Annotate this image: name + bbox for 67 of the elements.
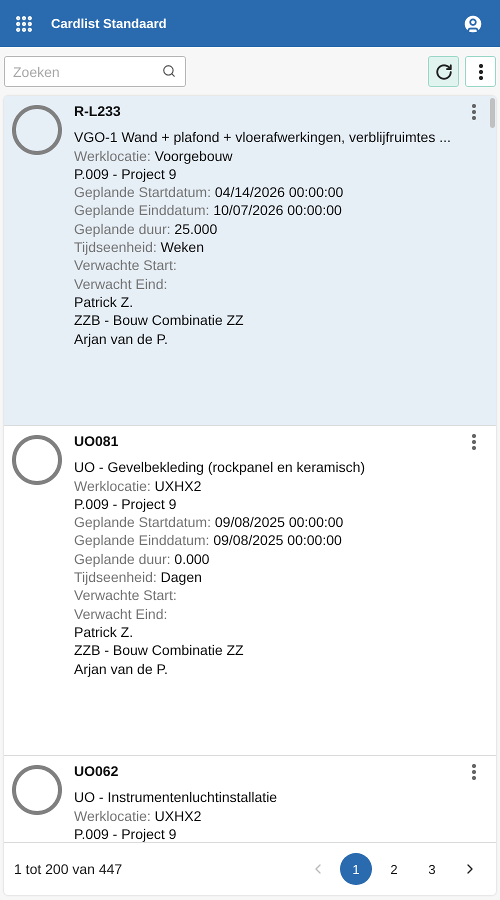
field-label: Geplande Startdatum: <box>74 514 211 530</box>
list-card[interactable] <box>4 96 496 426</box>
card-text: Patrick Z. <box>74 622 134 642</box>
card-text: Arjan van de P. <box>74 330 169 348</box>
field-label: Werklocatie: <box>74 148 151 164</box>
more-icon <box>472 764 476 780</box>
app-title: Cardlist Standaard <box>51 16 168 31</box>
scrollbar[interactable] <box>490 98 495 128</box>
card-menu-button[interactable] <box>472 104 476 120</box>
more-icon <box>472 104 476 120</box>
search-field[interactable]: Zoeken <box>4 56 186 87</box>
field-label: Geplande Einddatum: <box>74 532 210 548</box>
field-value: Dagen <box>160 569 202 586</box>
field-label: Geplande Startdatum: <box>74 184 211 200</box>
card-menu-button[interactable] <box>472 764 476 780</box>
field-label: Verwacht Eind: <box>74 606 168 622</box>
status-circle-icon <box>12 105 62 155</box>
refresh-button[interactable] <box>428 56 459 87</box>
field-value: 10/07/2026 00:00:00 <box>212 202 342 218</box>
field-value: 0.000 <box>173 550 210 567</box>
range-text: 1 tot 200 van 447 <box>14 861 124 877</box>
field-value: UXHX2 <box>154 808 202 824</box>
card-text: Arjan van de P. <box>74 660 169 678</box>
field-label: Tijdseenheid: <box>74 239 157 256</box>
field-label: Verwachte Start: <box>74 587 177 604</box>
refresh-icon <box>434 62 452 80</box>
field-value: 09/08/2025 00:00:00 <box>214 514 344 530</box>
search-icon[interactable] <box>162 64 176 78</box>
field-label: Werklocatie: <box>74 808 151 824</box>
card-title: UO - Instrumentenluchtinstallatie <box>74 788 278 807</box>
card-text: P.009 - Project 9 <box>74 494 178 514</box>
page-button[interactable]: 2 <box>378 853 410 885</box>
field-value: 04/14/2026 00:00:00 <box>214 184 344 200</box>
list-card[interactable] <box>4 426 496 756</box>
card-text: P.009 - Project 9 <box>74 164 178 184</box>
list-card[interactable]: UO062 UO - Instrumentenluchtinstallatie Werklocatie: UXHX2 P.009 - Project 9 <box>4 756 496 842</box>
page-button[interactable]: 1 <box>340 853 372 885</box>
card-code: R-L233 <box>74 102 121 120</box>
card-text: ZZB - Bouw Combinatie ZZ <box>74 311 245 330</box>
card-code: UO062 <box>74 762 118 780</box>
field-value: Weken <box>160 239 204 256</box>
field-label: Werklocatie: <box>74 478 151 494</box>
status-circle-icon <box>12 435 62 485</box>
card-text: ZZB - Bouw Combinatie ZZ <box>74 641 245 660</box>
page-button[interactable]: 3 <box>416 853 448 885</box>
field-label: Geplande duur: <box>74 550 171 567</box>
card-title: UO - Gevelbekleding (rockpanel en keramisch) <box>74 458 366 477</box>
card-title: VGO-1 Wand + plafond + vloerafwerkingen, verblijfruimtes ... <box>74 128 452 147</box>
card-text: Patrick Z. <box>74 292 134 312</box>
more-button[interactable] <box>465 56 496 87</box>
field-label: Verwachte Start: <box>74 257 177 274</box>
more-icon <box>472 434 476 450</box>
more-icon <box>478 64 482 80</box>
apps-menu-icon[interactable] <box>14 14 34 34</box>
field-label: Geplande Einddatum: <box>74 202 210 218</box>
field-label: Verwacht Eind: <box>74 276 168 292</box>
field-value: 09/08/2025 00:00:00 <box>212 532 342 548</box>
card-code: UO081 <box>74 432 118 450</box>
account-icon[interactable] <box>462 12 484 34</box>
field-value: Voorgebouw <box>154 148 233 164</box>
card-text: P.009 - Project 9 <box>74 824 178 842</box>
status-circle-icon <box>12 765 62 815</box>
field-value: 25.000 <box>173 220 218 237</box>
field-label: Tijdseenheid: <box>74 569 157 586</box>
field-value: UXHX2 <box>154 478 202 494</box>
field-label: Geplande duur: <box>74 220 171 237</box>
card-menu-button[interactable] <box>472 434 476 450</box>
